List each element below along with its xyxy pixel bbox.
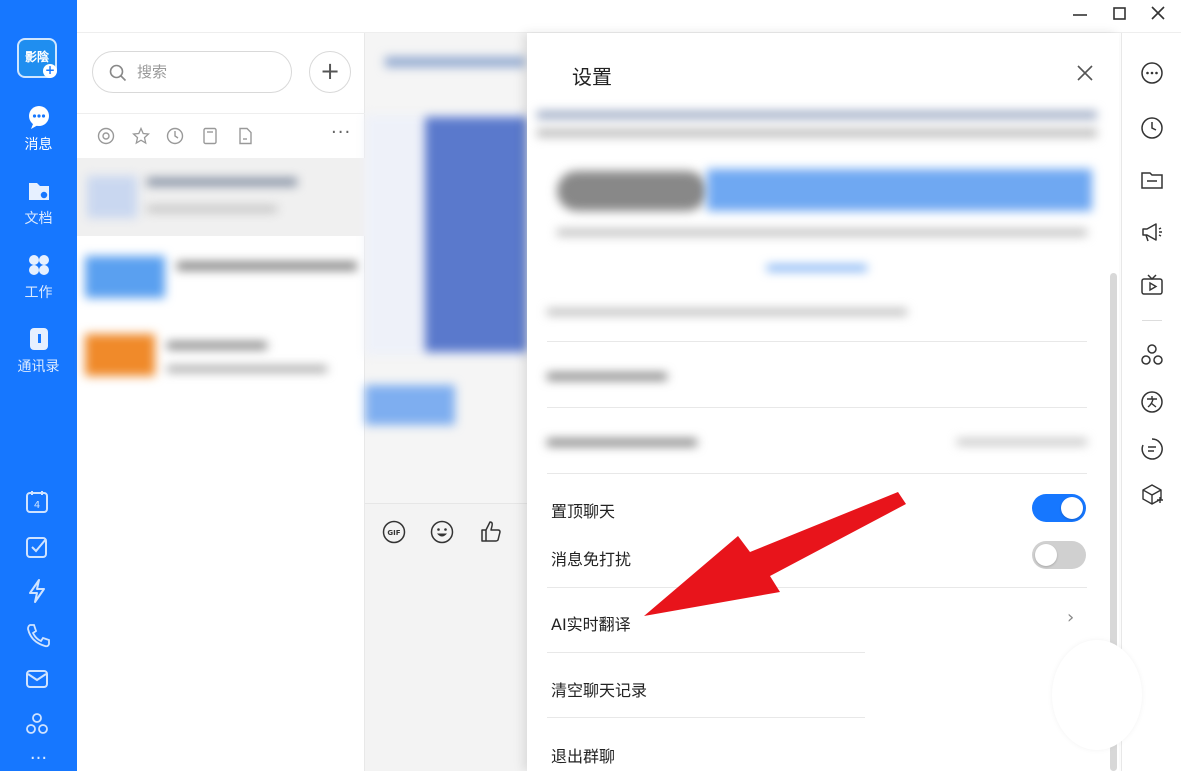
conversation-list: + ··· (77, 33, 382, 771)
member-avatars (707, 169, 1092, 211)
divider (547, 473, 1087, 474)
calendar-day: 4 (34, 500, 40, 511)
group-info-line (547, 309, 907, 315)
search-icon (109, 64, 127, 82)
phone-icon[interactable] (24, 622, 50, 648)
annotation-arrow-icon (644, 492, 906, 616)
nav-item-work[interactable]: 工作 (0, 252, 77, 302)
chat-area: GIF (365, 33, 527, 771)
logo-text: 影陰 (24, 50, 49, 64)
list-item[interactable] (77, 316, 382, 394)
image-message[interactable] (425, 117, 527, 352)
translate-icon[interactable] (1140, 390, 1164, 414)
contacts-icon (29, 328, 48, 350)
apps-cluster-icon[interactable] (1140, 343, 1164, 367)
folder-icon[interactable] (1140, 168, 1164, 192)
toggle-knob (1061, 497, 1083, 519)
member-avatars (557, 171, 707, 211)
chat-header (385, 57, 525, 67)
message-bubble (365, 385, 455, 425)
history-icon[interactable] (1140, 116, 1164, 140)
megaphone-icon[interactable] (1140, 220, 1164, 244)
filter-row: ··· (77, 113, 365, 157)
lightning-icon[interactable] (24, 578, 50, 604)
mute-toggle[interactable] (1032, 541, 1086, 569)
settings-close-icon[interactable] (1075, 63, 1095, 83)
window-close-button[interactable] (1143, 3, 1173, 27)
list-item[interactable] (77, 238, 382, 316)
settings-title: 设置 (572, 65, 612, 89)
clear-history-label: 清空聊天记录 (551, 681, 648, 700)
todo-check-icon[interactable] (24, 534, 50, 560)
file-icon[interactable] (236, 127, 254, 145)
maximize-button[interactable] (1104, 3, 1134, 27)
group-info-line (557, 229, 1087, 236)
nav-item-messages[interactable]: 消息 (0, 104, 77, 154)
ai-assist-icon[interactable] (1140, 437, 1164, 461)
tv-icon[interactable] (1140, 273, 1164, 297)
nav-item-docs[interactable]: 文档 (0, 178, 77, 228)
list-item[interactable] (77, 158, 382, 236)
clear-history-row[interactable]: 清空聊天记录 (551, 677, 863, 701)
nav-label: 通讯录 (17, 359, 60, 375)
star-icon[interactable] (132, 127, 150, 145)
settings-row[interactable] (547, 439, 697, 446)
settings-row[interactable] (547, 373, 667, 380)
clock-icon[interactable] (166, 127, 184, 145)
chevron-right-icon: › (1067, 607, 1075, 628)
minimize-button[interactable] (1065, 3, 1095, 27)
settings-row-value (957, 439, 1087, 445)
title-bar (77, 0, 1181, 33)
more-circle-icon[interactable] (1140, 61, 1164, 85)
bookmark-icon[interactable] (201, 127, 219, 145)
emoji-icon[interactable] (430, 520, 454, 544)
add-button[interactable]: + (309, 51, 351, 93)
search-input[interactable] (137, 62, 277, 82)
app-logo[interactable]: 影陰 + (17, 38, 57, 78)
nav-label: 消息 (24, 137, 53, 153)
filter-more-button[interactable]: ··· (331, 122, 351, 143)
pin-chat-toggle[interactable] (1032, 494, 1086, 522)
divider (1142, 320, 1162, 321)
divider (547, 717, 865, 718)
group-info-line (537, 111, 1097, 119)
more-icon[interactable]: ··· (0, 748, 77, 769)
gif-label: GIF (387, 529, 400, 537)
cube-add-icon[interactable] (1140, 483, 1164, 507)
chat-bubble-icon (28, 106, 49, 129)
divider (547, 652, 865, 653)
logo-add-icon: + (43, 63, 57, 78)
left-nav: 影陰 + 消息 文档 工作 通讯录 4 ··· (0, 0, 77, 771)
divider (547, 407, 1087, 408)
nav-label: 工作 (24, 285, 53, 301)
nav-label: 文档 (24, 211, 53, 227)
thumbs-up-icon[interactable] (479, 520, 503, 544)
search-box[interactable] (92, 51, 292, 93)
settings-panel: 设置 置顶聊天 消息免打扰 AI实时翻译 › 清空聊天记录 退出群聊 (527, 33, 1119, 771)
leave-group-label: 退出群聊 (551, 747, 616, 766)
folder-icon (28, 183, 49, 200)
group-info-line (537, 129, 1097, 137)
mention-icon[interactable] (97, 127, 115, 145)
toggle-knob (1035, 544, 1057, 566)
mail-icon[interactable] (24, 666, 50, 692)
input-toolbar: GIF (365, 503, 527, 771)
leave-group-row[interactable]: 退出群聊 (551, 743, 863, 767)
maximize-icon (1113, 7, 1126, 20)
floating-bubble (1052, 640, 1142, 750)
minimize-icon (1073, 14, 1087, 16)
divider (547, 341, 1087, 342)
group-info-link[interactable] (767, 265, 867, 271)
close-icon (1151, 6, 1165, 20)
grid-icon (28, 255, 49, 275)
calendar-icon[interactable]: 4 (24, 489, 50, 515)
nav-item-contacts[interactable]: 通讯录 (0, 326, 77, 376)
apps-icon[interactable] (24, 711, 50, 737)
gif-icon[interactable]: GIF (382, 520, 406, 544)
